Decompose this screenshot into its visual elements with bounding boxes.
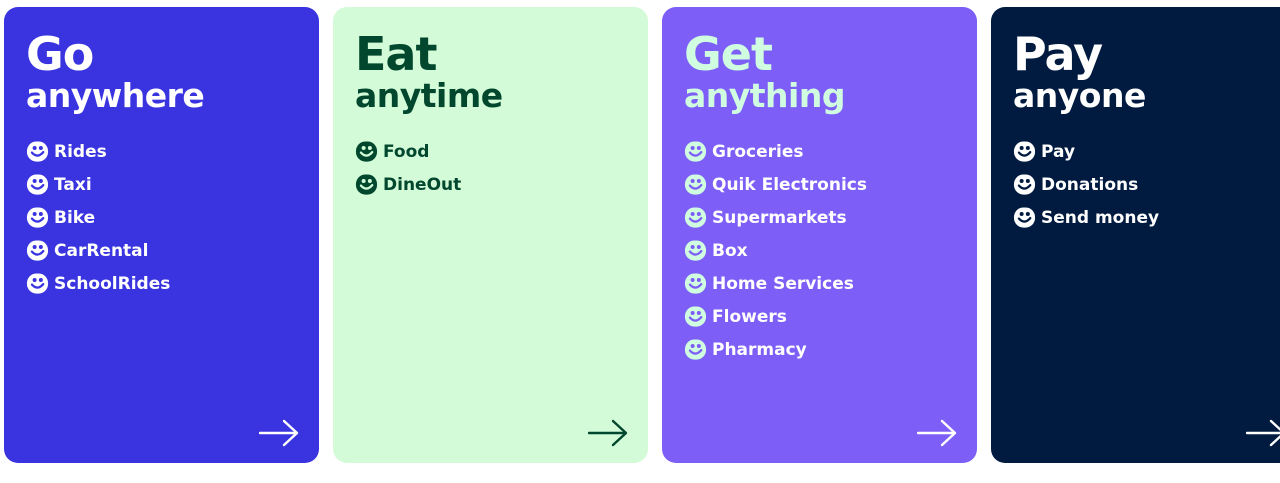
card-item-quik-electronics[interactable]: Quik Electronics — [684, 168, 955, 201]
smiley-face-icon — [26, 140, 54, 163]
card-item-pharmacy[interactable]: Pharmacy — [684, 333, 955, 366]
card-title: Eat — [355, 27, 437, 81]
card-item-list: Rides Taxi Bike CarRental SchoolRides — [26, 135, 297, 300]
card-item-label: SchoolRides — [54, 273, 171, 294]
arrow-right-icon[interactable] — [259, 419, 299, 447]
card-item-label: Rides — [54, 141, 107, 162]
card-item-bike[interactable]: Bike — [26, 201, 297, 234]
card-item-label: Bike — [54, 207, 96, 228]
card-item-label: Food — [383, 141, 430, 162]
card-item-label: Donations — [1041, 174, 1139, 195]
card-title: Get — [684, 27, 773, 81]
arrow-right-icon[interactable] — [917, 419, 957, 447]
card-subtitle: anything — [684, 76, 845, 115]
arrow-right-icon[interactable] — [588, 419, 628, 447]
service-cards-row: Go anywhere Rides Taxi Bike CarRental Sc… — [0, 0, 1280, 483]
card-item-label: Box — [712, 240, 748, 261]
card-go-anywhere[interactable]: Go anywhere Rides Taxi Bike CarRental Sc… — [4, 7, 319, 463]
card-item-label: Send money — [1041, 207, 1160, 228]
smiley-face-icon — [1013, 173, 1041, 196]
card-item-rides[interactable]: Rides — [26, 135, 297, 168]
card-item-label: Groceries — [712, 141, 804, 162]
card-item-taxi[interactable]: Taxi — [26, 168, 297, 201]
card-item-box[interactable]: Box — [684, 234, 955, 267]
card-pay-anyone[interactable]: Pay anyone Pay Donations Send money — [991, 7, 1280, 463]
smiley-face-icon — [26, 173, 54, 196]
card-item-label: CarRental — [54, 240, 149, 261]
card-item-flowers[interactable]: Flowers — [684, 300, 955, 333]
card-get-anything[interactable]: Get anything Groceries Quik Electronics … — [662, 7, 977, 463]
card-eat-anytime[interactable]: Eat anytime Food DineOut — [333, 7, 648, 463]
card-subtitle: anyone — [1013, 76, 1146, 115]
card-item-list: Groceries Quik Electronics Supermarkets … — [684, 135, 955, 366]
smiley-face-icon — [684, 338, 712, 361]
card-item-dineout[interactable]: DineOut — [355, 168, 626, 201]
smiley-face-icon — [684, 140, 712, 163]
smiley-face-icon — [26, 239, 54, 262]
card-subtitle: anywhere — [26, 76, 205, 115]
smiley-face-icon — [355, 140, 383, 163]
card-item-label: Pharmacy — [712, 339, 807, 360]
card-item-send-money[interactable]: Send money — [1013, 201, 1280, 234]
card-item-pay[interactable]: Pay — [1013, 135, 1280, 168]
smiley-face-icon — [26, 272, 54, 295]
card-item-schoolrides[interactable]: SchoolRides — [26, 267, 297, 300]
card-item-label: Home Services — [712, 273, 854, 294]
card-item-label: Pay — [1041, 141, 1076, 162]
card-title: Go — [26, 27, 94, 81]
smiley-face-icon — [355, 173, 383, 196]
card-item-supermarkets[interactable]: Supermarkets — [684, 201, 955, 234]
card-item-food[interactable]: Food — [355, 135, 626, 168]
card-subtitle: anytime — [355, 76, 503, 115]
smiley-face-icon — [684, 272, 712, 295]
card-item-label: Taxi — [54, 174, 92, 195]
card-item-label: DineOut — [383, 174, 462, 195]
card-item-list: Food DineOut — [355, 135, 626, 201]
card-item-label: Quik Electronics — [712, 174, 867, 195]
card-item-list: Pay Donations Send money — [1013, 135, 1280, 234]
smiley-face-icon — [684, 173, 712, 196]
arrow-right-icon[interactable] — [1246, 419, 1280, 447]
smiley-face-icon — [684, 239, 712, 262]
card-item-donations[interactable]: Donations — [1013, 168, 1280, 201]
smiley-face-icon — [1013, 206, 1041, 229]
smiley-face-icon — [1013, 140, 1041, 163]
card-item-carrental[interactable]: CarRental — [26, 234, 297, 267]
card-item-label: Supermarkets — [712, 207, 847, 228]
card-title: Pay — [1013, 27, 1103, 81]
smiley-face-icon — [26, 206, 54, 229]
card-item-label: Flowers — [712, 306, 787, 327]
card-item-home-services[interactable]: Home Services — [684, 267, 955, 300]
smiley-face-icon — [684, 305, 712, 328]
card-item-groceries[interactable]: Groceries — [684, 135, 955, 168]
smiley-face-icon — [684, 206, 712, 229]
